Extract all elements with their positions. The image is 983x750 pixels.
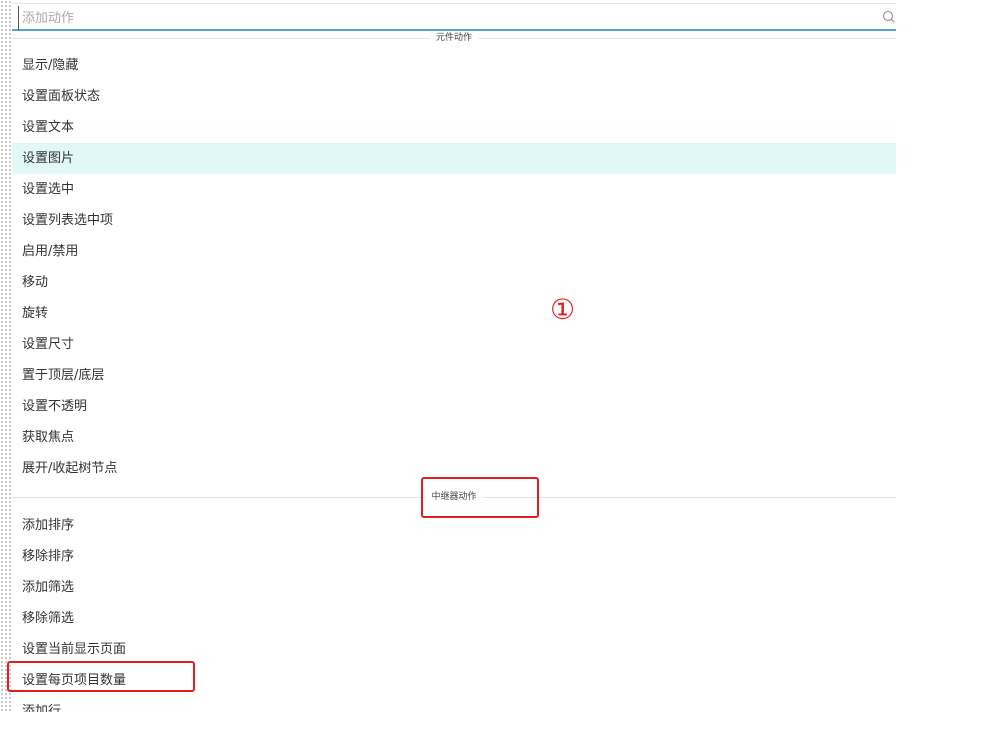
- search-bar: [12, 3, 896, 31]
- action-item[interactable]: 启用/禁用: [12, 236, 896, 267]
- action-item[interactable]: 显示/隐藏: [12, 50, 896, 81]
- action-item[interactable]: 添加筛选: [12, 572, 896, 603]
- action-item[interactable]: 设置列表选中项: [12, 205, 896, 236]
- annotation-highlight-box: [7, 661, 195, 692]
- action-item[interactable]: 移除排序: [12, 541, 896, 572]
- search-input[interactable]: [18, 6, 864, 30]
- section-header-widget-actions: 元件动作: [12, 31, 896, 45]
- action-picker-panel: 元件动作 显示/隐藏 设置面板状态 设置文本 设置图片 设置选中 设置列表选中项…: [12, 0, 896, 712]
- action-item[interactable]: 设置不透明: [12, 391, 896, 422]
- search-icon[interactable]: [882, 10, 896, 24]
- canvas-dotted-edge: [0, 0, 12, 712]
- annotation-highlight-box: [421, 477, 539, 518]
- action-item[interactable]: 移除筛选: [12, 603, 896, 634]
- action-item[interactable]: 添加行: [12, 696, 896, 712]
- action-item[interactable]: 移动: [12, 267, 896, 298]
- section-title: 元件动作: [429, 31, 479, 45]
- action-item[interactable]: 设置尺寸: [12, 329, 896, 360]
- action-item[interactable]: 置于顶层/底层: [12, 360, 896, 391]
- action-item[interactable]: 设置文本: [12, 112, 896, 143]
- action-item[interactable]: 获取焦点: [12, 422, 896, 453]
- action-item[interactable]: 设置面板状态: [12, 81, 896, 112]
- action-item[interactable]: 旋转: [12, 298, 896, 329]
- action-item-highlighted[interactable]: 设置图片: [12, 143, 896, 174]
- action-item[interactable]: 设置选中: [12, 174, 896, 205]
- annotation-number: ①: [550, 293, 576, 326]
